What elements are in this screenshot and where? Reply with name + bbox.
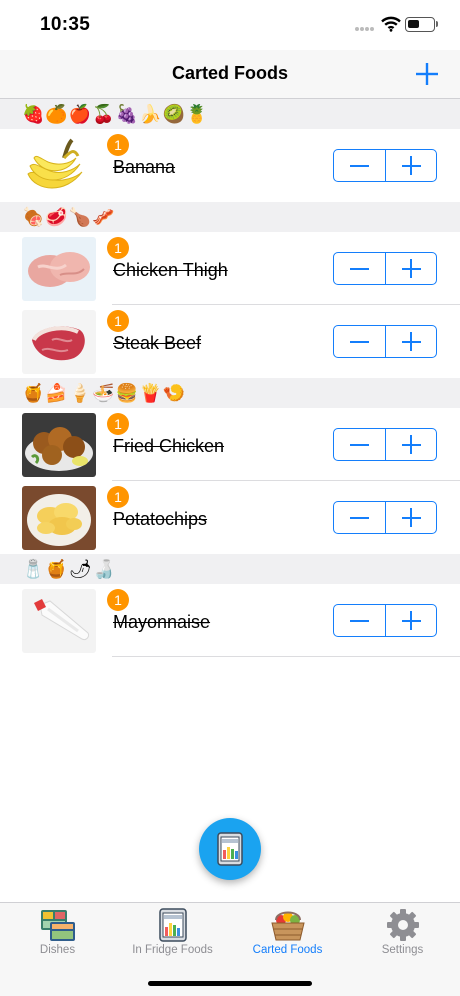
quantity-stepper: [333, 428, 437, 461]
increment-button[interactable]: [386, 502, 437, 533]
decrement-button[interactable]: [334, 502, 386, 533]
battery-icon: [405, 17, 435, 32]
mayonnaise-image: [22, 589, 96, 653]
list-item[interactable]: 1 Chicken Thigh: [0, 232, 460, 305]
decrement-button[interactable]: [334, 429, 386, 460]
page-title: Carted Foods: [171, 63, 288, 83]
decrement-button[interactable]: [334, 605, 386, 636]
banana-image: [22, 134, 96, 198]
quantity-stepper: [333, 252, 437, 285]
quantity-stepper: [333, 501, 437, 534]
tab-in-fridge-foods[interactable]: In Fridge Foods: [115, 903, 230, 965]
fridge-foods-icon: [159, 908, 187, 942]
food-name: Steak Beef: [113, 333, 202, 353]
increment-button[interactable]: [386, 429, 437, 460]
battery-nub: [436, 21, 438, 27]
quantity-stepper: [333, 325, 437, 358]
navigation-bar: Carted Foods: [0, 50, 460, 99]
quantity-stepper: [333, 149, 437, 182]
section-header-fruits: 🍓🍊🍎🍒🍇🍌🥝🍍: [0, 99, 460, 129]
status-time: 10:35: [40, 14, 91, 35]
section-header-prepared-foods: 🍯🍰🍦🍜🍔🍟🍤: [0, 378, 460, 408]
quantity-badge: 1: [107, 134, 129, 156]
section-header-condiments: 🧂🍯🌶🍶: [0, 554, 460, 584]
gear-icon: [387, 909, 419, 941]
list-item[interactable]: 1 Steak Beef: [0, 305, 460, 378]
list-item[interactable]: 1 Fried Chicken: [0, 408, 460, 481]
decrement-button[interactable]: [334, 150, 386, 181]
dishes-icon: [41, 910, 75, 941]
basket-icon: [271, 911, 305, 941]
quantity-badge: 1: [107, 486, 129, 508]
status-bar: 10:35: [0, 0, 460, 50]
quantity-badge: 1: [107, 413, 129, 435]
food-name: Chicken Thigh: [113, 260, 228, 280]
quantity-badge: 1: [107, 310, 129, 332]
fridge-button[interactable]: [199, 818, 261, 880]
quantity-badge: 1: [107, 589, 129, 611]
section-header-meat: 🍖🥩🍗🥓: [0, 202, 460, 232]
increment-button[interactable]: [386, 605, 437, 636]
tab-label: Carted Foods: [252, 944, 323, 956]
list-item[interactable]: 1 Mayonnaise: [0, 584, 460, 657]
food-name: Fried Chicken: [113, 436, 225, 456]
fried-chicken-image: [22, 413, 96, 477]
food-name: Banana: [113, 157, 176, 177]
tab-carted-foods[interactable]: Carted Foods: [230, 903, 345, 965]
list-item[interactable]: 1 Potatochips: [0, 481, 460, 554]
potatochips-image: [22, 486, 96, 550]
food-name: Potatochips: [113, 509, 208, 529]
tab-label: Settings: [381, 944, 424, 956]
increment-button[interactable]: [386, 253, 437, 284]
add-food-button[interactable]: [414, 61, 440, 87]
increment-button[interactable]: [386, 326, 437, 357]
tab-dishes[interactable]: Dishes: [0, 903, 115, 965]
wifi-icon: [381, 16, 401, 32]
quantity-badge: 1: [107, 237, 129, 259]
tab-label: In Fridge Foods: [132, 944, 213, 956]
chicken-thigh-image: [22, 237, 96, 301]
quantity-stepper: [333, 604, 437, 637]
steak-beef-image: [22, 310, 96, 374]
list-item[interactable]: 1 Banana: [0, 129, 460, 202]
cellular-signal-icon: [355, 27, 374, 31]
tab-settings[interactable]: Settings: [345, 903, 460, 965]
decrement-button[interactable]: [334, 253, 386, 284]
decrement-button[interactable]: [334, 326, 386, 357]
carted-foods-list: 🍓🍊🍎🍒🍇🍌🥝🍍 1 Banana 🍖🥩🍗🥓 1 Chicken Thigh 1…: [0, 99, 460, 657]
tab-label: Dishes: [39, 944, 76, 956]
food-name: Mayonnaise: [113, 612, 211, 632]
row-separator: [112, 656, 460, 657]
fridge-icon: [217, 832, 243, 866]
home-indicator: [148, 981, 312, 986]
increment-button[interactable]: [386, 150, 437, 181]
